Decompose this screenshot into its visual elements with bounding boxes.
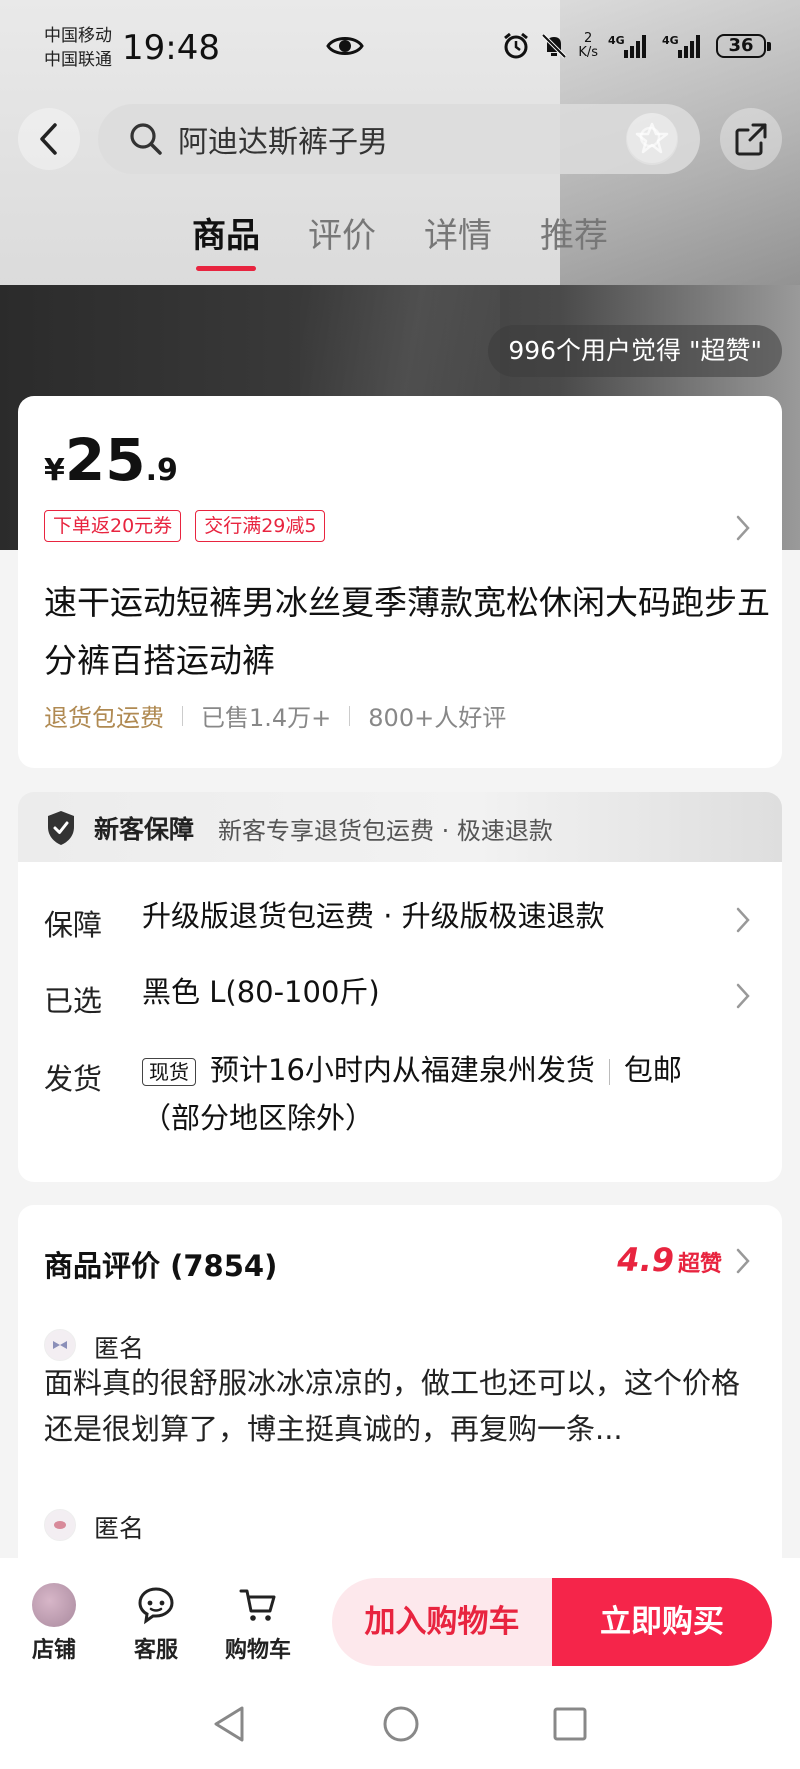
service-card: 保障 升级版退货包运费 · 升级版极速退款 已选 黑色 L(80-100斤) 发…	[18, 862, 782, 1182]
carrier-2: 中国联通	[44, 50, 112, 70]
net-speed: 2 K/s	[578, 32, 598, 60]
signal-4g-icon-2: 4G	[662, 34, 700, 58]
divider	[349, 705, 351, 726]
status-bar: 中国移动 中国联通 19:48 2 K/s 4G 4G 36	[0, 0, 800, 100]
praise-badge: 996个用户觉得 "超赞"	[488, 325, 782, 377]
product-meta: 退货包运费 已售1.4万+ 800+人好评	[44, 698, 506, 733]
guarantee-value[interactable]: 升级版退货包运费 · 升级版极速退款	[142, 892, 742, 940]
good-review-count: 800+人好评	[368, 704, 507, 732]
tab-details[interactable]: 详情	[424, 208, 492, 271]
status-icons: 2 K/s 4G 4G 36	[502, 32, 771, 60]
customer-service-button[interactable]: 客服	[116, 1578, 196, 1664]
new-customer-guarantee[interactable]: 新客保障 新客专享退货包运费 · 极速退款	[18, 792, 782, 868]
price-currency: ¥	[44, 453, 65, 488]
tab-bar: 商品 评价 详情 推荐	[0, 208, 800, 271]
customer-service-label: 客服	[133, 1638, 178, 1663]
avatar-flower-icon	[54, 1521, 66, 1529]
signal-4g-icon-1: 4G	[608, 34, 646, 58]
price-decimal: .9	[145, 453, 178, 488]
cart-icon	[239, 1589, 276, 1621]
nav-back-icon[interactable]	[210, 1704, 246, 1744]
review-heading: 商品评价 (7854)	[44, 1249, 278, 1283]
price-integer: 25	[64, 426, 146, 494]
review-text: 面料真的很舒服冰冰凉凉的，做工也还可以，这个价格还是很划算了，博主挺真诚的，再复…	[44, 1366, 741, 1446]
eye-icon	[326, 37, 364, 55]
product-card: ¥25.9 下单返20元券 交行满29减5 速干运动短裤男冰丝夏季薄款宽松休闲大…	[18, 396, 782, 768]
net-speed-value: 2	[584, 31, 593, 46]
tab-recommend[interactable]: 推荐	[540, 208, 608, 271]
cart-label: 购物车	[224, 1638, 291, 1663]
share-button[interactable]	[720, 108, 782, 170]
shipping-label: 发货	[44, 1062, 103, 1096]
price: ¥25.9	[44, 426, 178, 494]
selected-label: 已选	[44, 984, 103, 1018]
alarm-icon	[504, 32, 529, 59]
guarantee-label: 保障	[44, 908, 103, 942]
back-icon	[40, 123, 57, 155]
search-bar[interactable]: 阿迪达斯裤子男	[98, 104, 700, 174]
review-score-value: 4.9	[617, 1241, 674, 1279]
nav-home-icon[interactable]	[381, 1704, 421, 1744]
guarantee-title: 新客保障	[94, 815, 195, 844]
selected-sku[interactable]: 黑色 L(80-100斤)	[142, 968, 742, 1016]
store-avatar	[32, 1583, 76, 1627]
chevron-right-icon[interactable]	[734, 982, 752, 1010]
avatar	[44, 1509, 76, 1541]
back-button[interactable]	[18, 108, 80, 170]
divider	[182, 705, 183, 726]
shipping-estimate: 预计16小时内从福建泉州发货	[210, 1053, 595, 1087]
shipping-note: （部分地区除外）	[142, 1101, 375, 1135]
sold-count: 已售1.4万+	[201, 704, 332, 732]
tab-product[interactable]: 商品	[192, 208, 260, 271]
return-shipping-label: 退货包运费	[44, 704, 164, 732]
favorite-button[interactable]	[627, 113, 677, 163]
divider	[608, 1059, 610, 1085]
share-icon	[735, 123, 767, 156]
battery-indicator: 36	[716, 34, 771, 58]
carrier-1: 中国移动	[44, 26, 112, 46]
review-card[interactable]: 商品评价 (7854) 4.9 超赞 匿名 面料真的很舒服冰冰凉凉的，做工也还可以…	[18, 1205, 782, 1605]
review-score: 4.9 超赞	[617, 1241, 722, 1279]
chat-icon	[138, 1587, 174, 1625]
system-nav-bar	[0, 1690, 800, 1760]
star-icon	[635, 122, 669, 154]
coupon-tag[interactable]: 交行满29减5	[195, 510, 326, 542]
mute-bell-icon	[541, 33, 567, 59]
review-user: 匿名	[94, 1514, 145, 1543]
add-to-cart-button[interactable]: 加入购物车	[332, 1578, 552, 1666]
net-2-label: 4G	[662, 34, 679, 47]
tab-reviews[interactable]: 评价	[308, 208, 376, 271]
net-1-label: 4G	[608, 34, 625, 47]
nav-recents-icon[interactable]	[552, 1704, 588, 1744]
coupon-list: 下单返20元券 交行满29减5	[44, 510, 326, 542]
avatar-bow-icon	[53, 1341, 67, 1349]
guarantee-desc: 新客专享退货包运费 · 极速退款	[218, 817, 553, 845]
net-speed-unit: K/s	[578, 45, 598, 60]
store-label: 店铺	[31, 1638, 76, 1663]
in-stock-tag: 现货	[142, 1058, 196, 1086]
search-query: 阿迪达斯裤子男	[178, 125, 388, 160]
coupon-tag[interactable]: 下单返20元券	[44, 510, 182, 542]
shield-check-icon	[48, 811, 74, 845]
buy-now-button[interactable]: 立即购买	[552, 1578, 772, 1666]
chevron-right-icon[interactable]	[734, 514, 752, 542]
chevron-right-icon[interactable]	[734, 906, 752, 934]
search-icon	[130, 123, 162, 155]
shipping-info: 现货 预计16小时内从福建泉州发货 包邮 （部分地区除外）	[142, 1046, 742, 1142]
chevron-right-icon[interactable]	[734, 1247, 752, 1275]
product-title: 速干运动短裤男冰丝夏季薄款宽松休闲大码跑步五分裤百搭运动裤	[44, 583, 770, 680]
store-button[interactable]: 店铺	[14, 1578, 94, 1664]
cart-button[interactable]: 购物车	[218, 1578, 298, 1664]
carrier-info: 中国移动 中国联通	[44, 24, 112, 72]
review-score-label: 超赞	[677, 1252, 722, 1277]
free-shipping: 包邮	[623, 1053, 682, 1087]
clock: 19:48	[122, 28, 220, 68]
avatar	[44, 1329, 76, 1361]
